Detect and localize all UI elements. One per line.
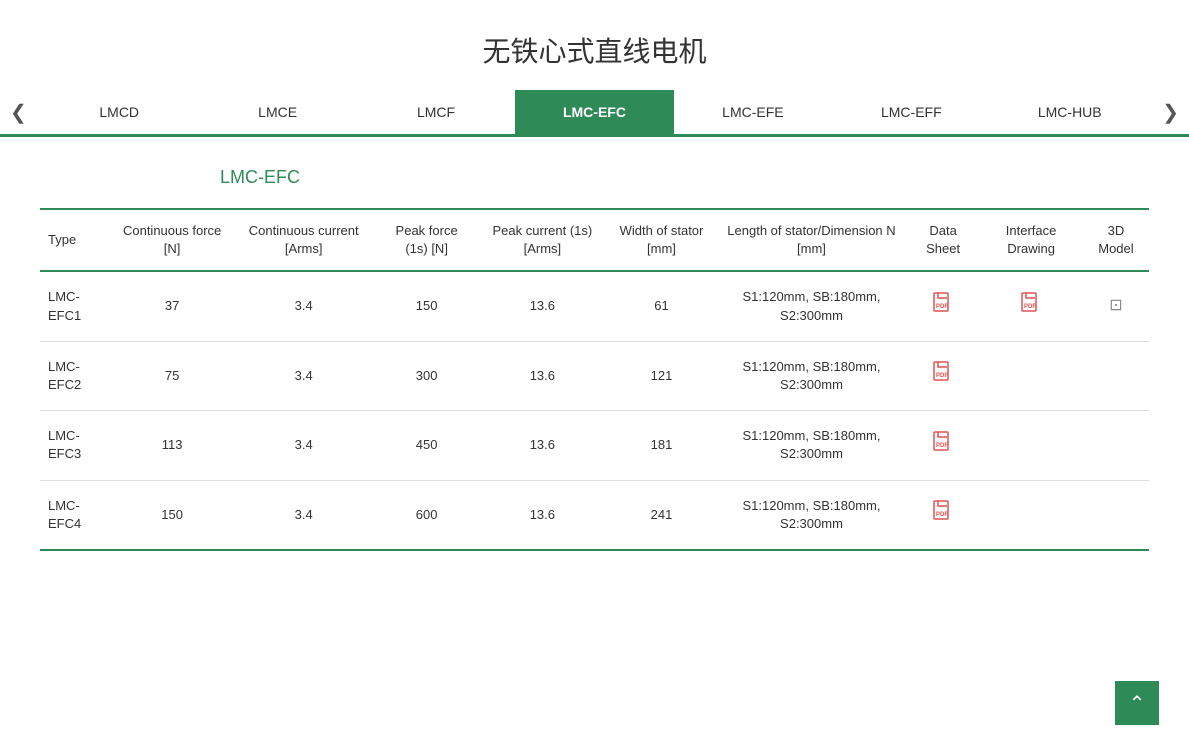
col-header-9: 3D Model <box>1083 209 1149 271</box>
cell-r1-c5: 121 <box>607 341 716 410</box>
table-row: LMC-EFC31133.445013.6181S1:120mm, SB:180… <box>40 411 1149 480</box>
tabs-container: ❮ LMCDLMCELMCFLMC-EFCLMC-EFELMC-EFFLMC-H… <box>0 90 1189 137</box>
cell-r3-c3: 600 <box>375 480 478 550</box>
cell-r2-c1: 113 <box>112 411 232 480</box>
col-header-5: Width of stator [mm] <box>607 209 716 271</box>
cell-3d-r1 <box>1083 341 1149 410</box>
table-header-row: TypeContinuous force [N]Continuous curre… <box>40 209 1149 271</box>
cell-r2-c0: LMC-EFC3 <box>40 411 112 480</box>
tab-arrow-left[interactable]: ❮ <box>0 90 37 135</box>
cell-r0-c1: 37 <box>112 271 232 341</box>
svg-text:PDF: PDF <box>936 304 948 310</box>
cell-r2-c6: S1:120mm, SB:180mm, S2:300mm <box>716 411 907 480</box>
cell-interface-r3 <box>979 480 1083 550</box>
col-header-6: Length of stator/Dimension N [mm] <box>716 209 907 271</box>
cell-r0-c4: 13.6 <box>478 271 607 341</box>
page-title: 无铁心式直线电机 <box>0 0 1189 90</box>
interface-pdf-icon[interactable]: PDF <box>1021 292 1041 316</box>
cell-r2-c5: 181 <box>607 411 716 480</box>
tab-LMC-HUB[interactable]: LMC-HUB <box>991 90 1149 134</box>
col-header-0: Type <box>40 209 112 271</box>
col-header-3: Peak force (1s) [N] <box>375 209 478 271</box>
cell-r0-c0: LMC-EFC1 <box>40 271 112 341</box>
table-row: LMC-EFC2753.430013.6121S1:120mm, SB:180m… <box>40 341 1149 410</box>
cell-r2-c4: 13.6 <box>478 411 607 480</box>
col-header-4: Peak current (1s) [Arms] <box>478 209 607 271</box>
tab-LMC-EFE[interactable]: LMC-EFE <box>674 90 832 134</box>
svg-text:PDF: PDF <box>936 443 948 449</box>
tab-LMCD[interactable]: LMCD <box>40 90 198 134</box>
tabs-list: LMCDLMCELMCFLMC-EFCLMC-EFELMC-EFFLMC-HUB <box>40 90 1149 134</box>
pdf-icon[interactable]: PDF <box>933 500 953 524</box>
pdf-icon[interactable]: PDF <box>933 292 953 316</box>
tab-LMCF[interactable]: LMCF <box>357 90 515 134</box>
cell-r1-c6: S1:120mm, SB:180mm, S2:300mm <box>716 341 907 410</box>
cell-data-sheet-r2: PDF <box>907 411 979 480</box>
cell-data-sheet-r3: PDF <box>907 480 979 550</box>
svg-text:PDF: PDF <box>1024 304 1036 310</box>
tab-arrow-right[interactable]: ❯ <box>1152 90 1189 135</box>
section-title: LMC-EFC <box>220 167 1149 188</box>
cell-interface-r2 <box>979 411 1083 480</box>
cell-data-sheet-r1: PDF <box>907 341 979 410</box>
scroll-top-button[interactable]: ⌃ <box>1115 681 1159 725</box>
cell-3d-r3 <box>1083 480 1149 550</box>
cell-r1-c3: 300 <box>375 341 478 410</box>
tab-LMCE[interactable]: LMCE <box>198 90 356 134</box>
svg-text:PDF: PDF <box>936 512 948 518</box>
cell-r3-c2: 3.4 <box>232 480 375 550</box>
product-table: TypeContinuous force [N]Continuous curre… <box>40 208 1149 551</box>
cell-r1-c4: 13.6 <box>478 341 607 410</box>
pdf-icon[interactable]: PDF <box>933 361 953 385</box>
model-3d-icon[interactable]: ⊡ <box>1109 295 1122 317</box>
tab-LMC-EFF[interactable]: LMC-EFF <box>832 90 990 134</box>
table-row: LMC-EFC41503.460013.6241S1:120mm, SB:180… <box>40 480 1149 550</box>
cell-r1-c2: 3.4 <box>232 341 375 410</box>
col-header-7: Data Sheet <box>907 209 979 271</box>
cell-3d-r0: ⊡ <box>1083 271 1149 341</box>
cell-data-sheet-r0: PDF <box>907 271 979 341</box>
cell-r1-c1: 75 <box>112 341 232 410</box>
cell-interface-r0: PDF <box>979 271 1083 341</box>
cell-r3-c1: 150 <box>112 480 232 550</box>
col-header-2: Continuous current [Arms] <box>232 209 375 271</box>
cell-r3-c5: 241 <box>607 480 716 550</box>
table-row: LMC-EFC1373.415013.661S1:120mm, SB:180mm… <box>40 271 1149 341</box>
col-header-8: Interface Drawing <box>979 209 1083 271</box>
cell-r0-c6: S1:120mm, SB:180mm, S2:300mm <box>716 271 907 341</box>
col-header-1: Continuous force [N] <box>112 209 232 271</box>
cell-r1-c0: LMC-EFC2 <box>40 341 112 410</box>
cell-r3-c4: 13.6 <box>478 480 607 550</box>
cell-r3-c6: S1:120mm, SB:180mm, S2:300mm <box>716 480 907 550</box>
svg-text:PDF: PDF <box>936 373 948 379</box>
cell-r0-c2: 3.4 <box>232 271 375 341</box>
cell-r2-c2: 3.4 <box>232 411 375 480</box>
cell-3d-r2 <box>1083 411 1149 480</box>
cell-r0-c3: 150 <box>375 271 478 341</box>
cell-interface-r1 <box>979 341 1083 410</box>
content-area: LMC-EFC TypeContinuous force [N]Continuo… <box>0 137 1189 581</box>
cell-r2-c3: 450 <box>375 411 478 480</box>
tab-LMC-EFC[interactable]: LMC-EFC <box>515 90 673 134</box>
pdf-icon[interactable]: PDF <box>933 431 953 455</box>
cell-r3-c0: LMC-EFC4 <box>40 480 112 550</box>
cell-r0-c5: 61 <box>607 271 716 341</box>
